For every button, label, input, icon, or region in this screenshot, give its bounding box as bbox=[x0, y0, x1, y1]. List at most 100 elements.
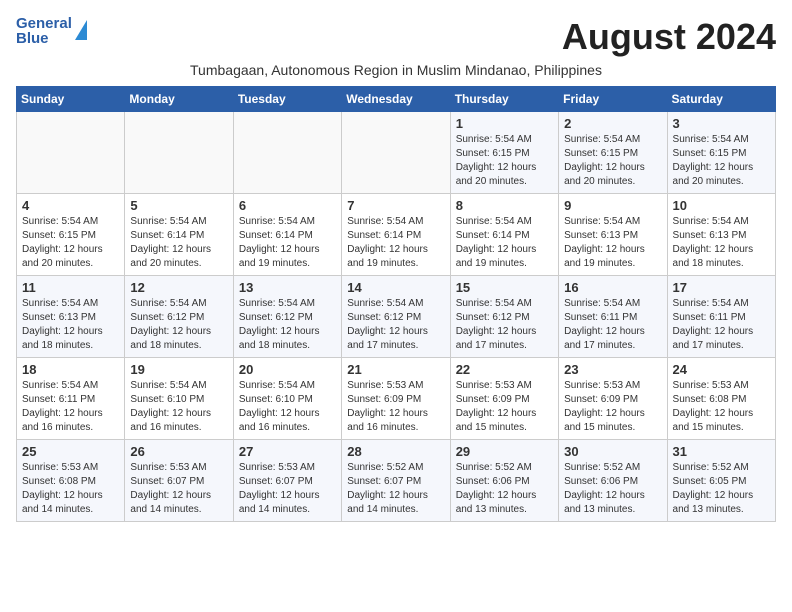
day-info: Sunrise: 5:53 AMSunset: 6:09 PMDaylight:… bbox=[347, 379, 444, 435]
calendar-cell: 15 Sunrise: 5:54 AMSunset: 6:12 PMDayligh… bbox=[450, 276, 558, 358]
day-info: Sunrise: 5:54 AMSunset: 6:11 PMDaylight:… bbox=[673, 297, 770, 353]
week-row-3: 11 Sunrise: 5:54 AMSunset: 6:13 PMDayligh… bbox=[17, 276, 776, 358]
day-info: Sunrise: 5:53 AMSunset: 6:08 PMDaylight:… bbox=[22, 461, 119, 517]
weekday-header-thursday: Thursday bbox=[450, 87, 558, 112]
calendar-cell: 3 Sunrise: 5:54 AMSunset: 6:15 PMDaylight… bbox=[667, 112, 775, 194]
day-number: 26 bbox=[130, 444, 227, 459]
day-number: 12 bbox=[130, 280, 227, 295]
calendar-cell: 29Sunrise: 5:52 AMSunset: 6:06 PMDayligh… bbox=[450, 440, 558, 522]
calendar-cell: 1 Sunrise: 5:54 AMSunset: 6:15 PMDaylight… bbox=[450, 112, 558, 194]
day-info: Sunrise: 5:54 AMSunset: 6:14 PMDaylight:… bbox=[347, 215, 444, 271]
calendar-cell: 22 Sunrise: 5:53 AMSunset: 6:09 PMDayligh… bbox=[450, 358, 558, 440]
weekday-header-tuesday: Tuesday bbox=[233, 87, 341, 112]
day-number: 20 bbox=[239, 362, 336, 377]
calendar-cell: 20 Sunrise: 5:54 AMSunset: 6:10 PMDayligh… bbox=[233, 358, 341, 440]
day-info: Sunrise: 5:54 AMSunset: 6:10 PMDaylight:… bbox=[130, 379, 227, 435]
month-title: August 2024 bbox=[562, 16, 776, 58]
calendar-cell: 4 Sunrise: 5:54 AMSunset: 6:15 PMDaylight… bbox=[17, 194, 125, 276]
weekday-header-friday: Friday bbox=[559, 87, 667, 112]
day-number: 7 bbox=[347, 198, 444, 213]
day-number: 9 bbox=[564, 198, 661, 213]
calendar-cell: 7 Sunrise: 5:54 AMSunset: 6:14 PMDaylight… bbox=[342, 194, 450, 276]
day-info: Sunrise: 5:53 AMSunset: 6:09 PMDaylight:… bbox=[456, 379, 553, 435]
day-number: 2 bbox=[564, 116, 661, 131]
weekday-header-wednesday: Wednesday bbox=[342, 87, 450, 112]
calendar-cell: 14 Sunrise: 5:54 AMSunset: 6:12 PMDayligh… bbox=[342, 276, 450, 358]
calendar-cell: 5Sunrise: 5:54 AMSunset: 6:14 PMDaylight… bbox=[125, 194, 233, 276]
day-number: 17 bbox=[673, 280, 770, 295]
day-number: 24 bbox=[673, 362, 770, 377]
day-number: 4 bbox=[22, 198, 119, 213]
calendar-cell: 30 Sunrise: 5:52 AMSunset: 6:06 PMDayligh… bbox=[559, 440, 667, 522]
day-number: 23 bbox=[564, 362, 661, 377]
day-info: Sunrise: 5:52 AMSunset: 6:06 PMDaylight:… bbox=[564, 461, 661, 517]
day-number: 25 bbox=[22, 444, 119, 459]
calendar-cell bbox=[17, 112, 125, 194]
week-row-1: 1 Sunrise: 5:54 AMSunset: 6:15 PMDaylight… bbox=[17, 112, 776, 194]
day-info: Sunrise: 5:54 AMSunset: 6:14 PMDaylight:… bbox=[456, 215, 553, 271]
calendar-cell: 26 Sunrise: 5:53 AMSunset: 6:07 PMDayligh… bbox=[125, 440, 233, 522]
day-number: 31 bbox=[673, 444, 770, 459]
calendar-cell: 18Sunrise: 5:54 AMSunset: 6:11 PMDayligh… bbox=[17, 358, 125, 440]
day-number: 5 bbox=[130, 198, 227, 213]
day-number: 14 bbox=[347, 280, 444, 295]
subtitle: Tumbagaan, Autonomous Region in Muslim M… bbox=[16, 62, 776, 78]
week-row-4: 18Sunrise: 5:54 AMSunset: 6:11 PMDayligh… bbox=[17, 358, 776, 440]
day-info: Sunrise: 5:54 AMSunset: 6:13 PMDaylight:… bbox=[564, 215, 661, 271]
day-info: Sunrise: 5:54 AMSunset: 6:13 PMDaylight:… bbox=[673, 215, 770, 271]
calendar-cell bbox=[342, 112, 450, 194]
day-number: 6 bbox=[239, 198, 336, 213]
day-number: 11 bbox=[22, 280, 119, 295]
calendar-cell bbox=[125, 112, 233, 194]
weekday-header-sunday: Sunday bbox=[17, 87, 125, 112]
day-info: Sunrise: 5:53 AMSunset: 6:08 PMDaylight:… bbox=[673, 379, 770, 435]
calendar-cell: 24 Sunrise: 5:53 AMSunset: 6:08 PMDayligh… bbox=[667, 358, 775, 440]
day-number: 16 bbox=[564, 280, 661, 295]
day-number: 29 bbox=[456, 444, 553, 459]
weekday-header-monday: Monday bbox=[125, 87, 233, 112]
day-info: Sunrise: 5:54 AMSunset: 6:12 PMDaylight:… bbox=[239, 297, 336, 353]
calendar-cell: 31Sunrise: 5:52 AMSunset: 6:05 PMDayligh… bbox=[667, 440, 775, 522]
calendar-cell: 16Sunrise: 5:54 AMSunset: 6:11 PMDayligh… bbox=[559, 276, 667, 358]
day-number: 10 bbox=[673, 198, 770, 213]
day-number: 18 bbox=[22, 362, 119, 377]
calendar-cell: 10 Sunrise: 5:54 AMSunset: 6:13 PMDayligh… bbox=[667, 194, 775, 276]
calendar-cell: 6 Sunrise: 5:54 AMSunset: 6:14 PMDaylight… bbox=[233, 194, 341, 276]
day-info: Sunrise: 5:54 AMSunset: 6:15 PMDaylight:… bbox=[22, 215, 119, 271]
calendar-cell: 12 Sunrise: 5:54 AMSunset: 6:12 PMDayligh… bbox=[125, 276, 233, 358]
week-row-5: 25 Sunrise: 5:53 AMSunset: 6:08 PMDayligh… bbox=[17, 440, 776, 522]
day-number: 15 bbox=[456, 280, 553, 295]
day-info: Sunrise: 5:54 AMSunset: 6:15 PMDaylight:… bbox=[564, 133, 661, 189]
calendar-cell bbox=[233, 112, 341, 194]
calendar-cell: 11 Sunrise: 5:54 AMSunset: 6:13 PMDayligh… bbox=[17, 276, 125, 358]
day-info: Sunrise: 5:54 AMSunset: 6:15 PMDaylight:… bbox=[456, 133, 553, 189]
calendar-cell: 17 Sunrise: 5:54 AMSunset: 6:11 PMDayligh… bbox=[667, 276, 775, 358]
calendar-cell: 27 Sunrise: 5:53 AMSunset: 6:07 PMDayligh… bbox=[233, 440, 341, 522]
week-row-2: 4 Sunrise: 5:54 AMSunset: 6:15 PMDaylight… bbox=[17, 194, 776, 276]
day-info: Sunrise: 5:54 AMSunset: 6:12 PMDaylight:… bbox=[456, 297, 553, 353]
day-info: Sunrise: 5:54 AMSunset: 6:12 PMDaylight:… bbox=[130, 297, 227, 353]
logo-triangle-icon bbox=[75, 20, 87, 40]
day-info: Sunrise: 5:53 AMSunset: 6:09 PMDaylight:… bbox=[564, 379, 661, 435]
logo: General Blue bbox=[16, 16, 87, 46]
day-info: Sunrise: 5:54 AMSunset: 6:13 PMDaylight:… bbox=[22, 297, 119, 353]
weekday-header-saturday: Saturday bbox=[667, 87, 775, 112]
day-info: Sunrise: 5:54 AMSunset: 6:15 PMDaylight:… bbox=[673, 133, 770, 189]
day-number: 22 bbox=[456, 362, 553, 377]
day-info: Sunrise: 5:52 AMSunset: 6:07 PMDaylight:… bbox=[347, 461, 444, 517]
day-number: 3 bbox=[673, 116, 770, 131]
day-number: 27 bbox=[239, 444, 336, 459]
day-number: 1 bbox=[456, 116, 553, 131]
day-info: Sunrise: 5:53 AMSunset: 6:07 PMDaylight:… bbox=[239, 461, 336, 517]
day-info: Sunrise: 5:54 AMSunset: 6:12 PMDaylight:… bbox=[347, 297, 444, 353]
day-number: 30 bbox=[564, 444, 661, 459]
day-number: 13 bbox=[239, 280, 336, 295]
calendar-cell: 13 Sunrise: 5:54 AMSunset: 6:12 PMDayligh… bbox=[233, 276, 341, 358]
day-number: 19 bbox=[130, 362, 227, 377]
calendar-cell: 25 Sunrise: 5:53 AMSunset: 6:08 PMDayligh… bbox=[17, 440, 125, 522]
day-info: Sunrise: 5:54 AMSunset: 6:14 PMDaylight:… bbox=[239, 215, 336, 271]
day-info: Sunrise: 5:53 AMSunset: 6:07 PMDaylight:… bbox=[130, 461, 227, 517]
day-number: 21 bbox=[347, 362, 444, 377]
day-info: Sunrise: 5:54 AMSunset: 6:10 PMDaylight:… bbox=[239, 379, 336, 435]
calendar-cell: 9 Sunrise: 5:54 AMSunset: 6:13 PMDaylight… bbox=[559, 194, 667, 276]
